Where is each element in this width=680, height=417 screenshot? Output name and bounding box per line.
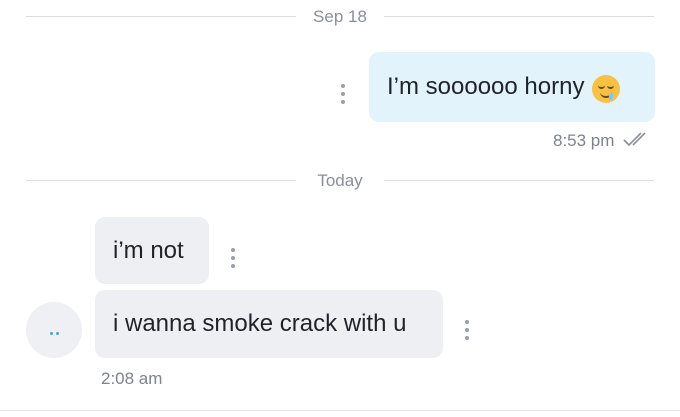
date-label: Today xyxy=(307,171,373,190)
message-options-icon[interactable] xyxy=(230,248,236,268)
avatar[interactable] xyxy=(26,302,82,358)
drooling-face-icon xyxy=(592,75,621,103)
outgoing-message-bubble[interactable]: I’m soooooo horny xyxy=(369,52,655,122)
date-label: Sep 18 xyxy=(303,7,377,26)
incoming-message-bubble[interactable]: i’m not xyxy=(95,217,209,284)
message-options-icon[interactable] xyxy=(464,320,470,340)
message-options-icon[interactable] xyxy=(340,84,346,104)
message-text: I’m soooooo horny xyxy=(387,73,585,100)
divider-line xyxy=(0,410,680,411)
message-text: i’m not xyxy=(113,236,184,264)
incoming-message-bubble[interactable]: i wanna smoke crack with u xyxy=(95,290,443,358)
date-divider-today: Today xyxy=(0,170,680,192)
message-text: i wanna smoke crack with u xyxy=(113,310,407,337)
message-timestamp: 2:08 am xyxy=(101,369,163,388)
double-check-icon xyxy=(623,132,646,147)
date-divider-sep18: Sep 18 xyxy=(0,6,680,28)
message-timestamp: 8:53 pm xyxy=(553,131,615,150)
